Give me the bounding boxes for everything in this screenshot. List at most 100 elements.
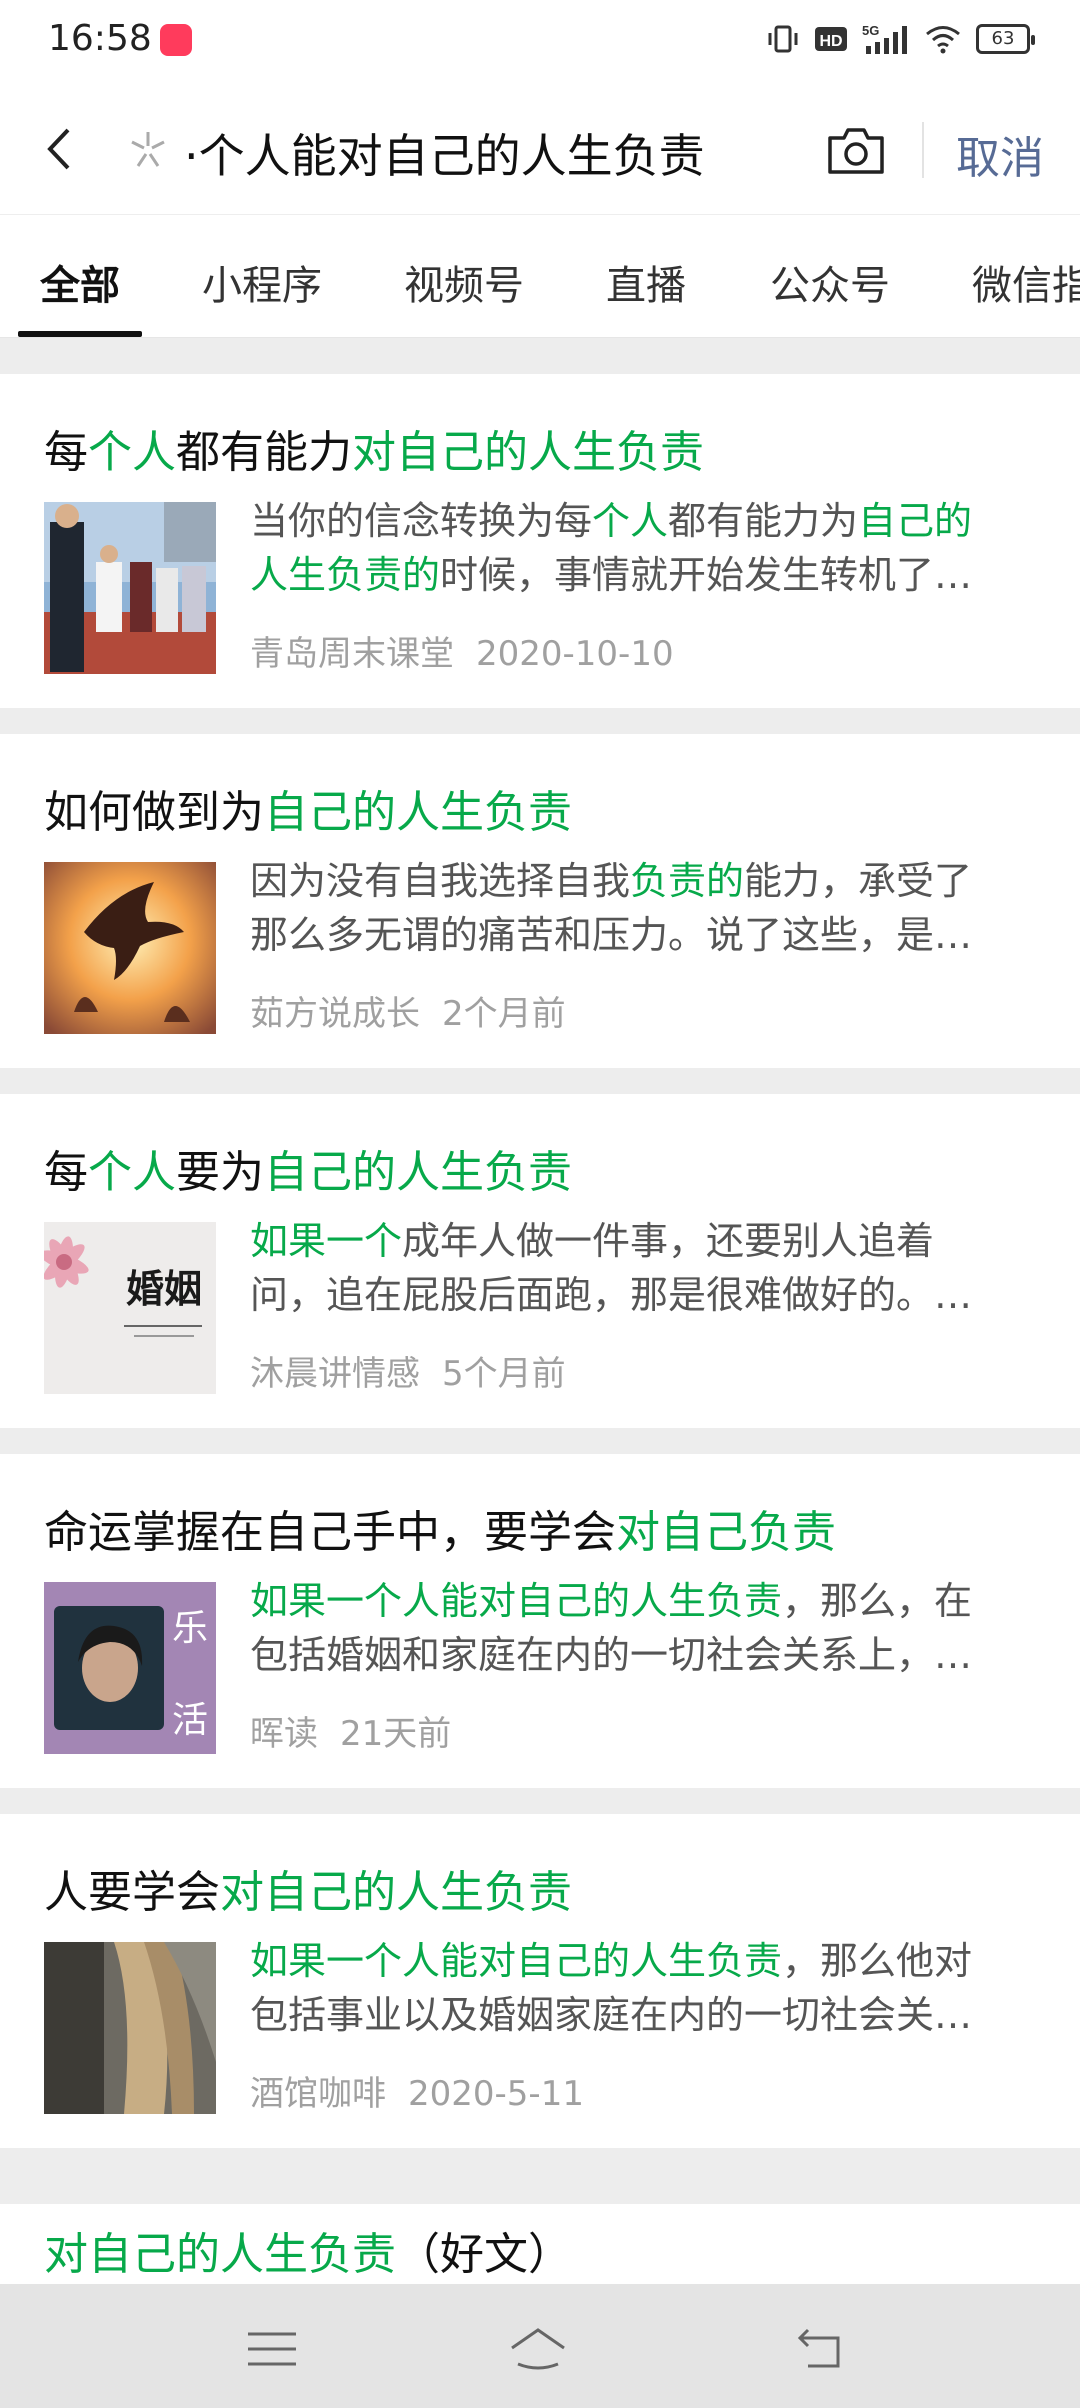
plain-text: ，那么他对 xyxy=(782,1939,973,1983)
group-photo-image xyxy=(44,502,216,674)
plain-text: 每 xyxy=(44,427,88,478)
result-title: 如何做到为自己的人生负责 xyxy=(44,776,572,840)
highlight-text: 个人 xyxy=(88,427,176,478)
plain-text: 因为没有自我选择自我 xyxy=(250,859,631,903)
result-date: 21天前 xyxy=(340,1714,452,1754)
tab-live[interactable]: 直播 xyxy=(606,253,686,311)
mini-program-icon xyxy=(131,132,165,167)
signal-5g-icon: 5G xyxy=(862,23,907,54)
highlight-text: 对自己的人生负责 xyxy=(220,1867,572,1918)
result-thumbnail: 乐 活 xyxy=(44,1582,216,1754)
status-bar: 16:58 HD 5G 63 xyxy=(0,0,1080,84)
highlight-text: 自己的 xyxy=(858,499,973,543)
camera-icon[interactable] xyxy=(826,124,886,176)
home-icon[interactable] xyxy=(506,2324,570,2374)
plain-text: 时候，事情就开始发生转机了… xyxy=(440,553,973,597)
tab-mini-programs[interactable]: 小程序 xyxy=(202,253,322,311)
back-nav-icon[interactable] xyxy=(790,2324,854,2374)
plain-text: ，那么，在 xyxy=(782,1579,973,1623)
result-meta: 晖读 21天前 xyxy=(250,1706,451,1755)
highlight-text: 如果一个人能对自己的人生负责 xyxy=(250,1939,783,1983)
thumb-text-bottom: 活 xyxy=(172,1700,208,1741)
plain-text: 包括事业以及婚姻家庭在内的一切社会关… xyxy=(250,1993,973,2037)
result-card-partial[interactable]: 对自己的人生负责（好文） xyxy=(0,2204,1080,2284)
plain-text: 要为 xyxy=(176,1147,264,1198)
result-snippet: 如果一个成年人做一件事，还要别人追着 问，追在屁股后面跑，那是很难做好的。… xyxy=(250,1214,1024,1322)
portrait-purple-image: 乐 活 xyxy=(44,1582,216,1754)
plain-text: 包括婚姻和家庭在内的一切社会关系上，… xyxy=(250,1633,973,1677)
result-thumbnail: 婚姻 xyxy=(44,1222,216,1394)
result-snippet: 如果一个人能对自己的人生负责，那么他对 包括事业以及婚姻家庭在内的一切社会关… xyxy=(250,1934,1024,2042)
highlight-text: 对自己负责 xyxy=(616,1507,836,1558)
result-meta: 茹方说成长 2个月前 xyxy=(250,986,566,1035)
search-bar: ·个人能对自己的人生负责 取消 xyxy=(0,84,1080,214)
plain-text: 能力，承受了 xyxy=(744,859,973,903)
result-meta: 沐晨讲情感 5个月前 xyxy=(250,1346,566,1395)
plain-text: 都有能力为 xyxy=(668,499,859,543)
vibrate-icon xyxy=(768,25,798,53)
highlight-text: 对自己的人生负责 xyxy=(352,427,704,478)
highlight-text: 自己的人生负责 xyxy=(264,787,572,838)
plain-text: 成年人做一件事，还要别人追着 xyxy=(402,1219,935,1263)
result-card[interactable]: 如何做到为自己的人生负责 因为没有自我选择自我负责的能力，承受了 那么多无谓的痛… xyxy=(0,734,1080,1068)
highlight-text: 如果一个 xyxy=(250,1219,403,1263)
thumb-title-text: 婚姻 xyxy=(126,1267,202,1311)
menu-icon[interactable] xyxy=(240,2324,304,2374)
cancel-button[interactable]: 取消 xyxy=(956,122,1044,186)
plain-text: 人要学会 xyxy=(44,1867,220,1918)
plain-text: 问，追在屁股后面跑，那是很难做好的。… xyxy=(250,1273,973,1317)
result-source: 晖读 xyxy=(250,1714,318,1754)
wifi-icon xyxy=(926,26,960,54)
result-meta: 青岛周末课堂 2020-10-10 xyxy=(250,626,674,675)
tab-wechat-index[interactable]: 微信指 xyxy=(972,253,1080,311)
result-card[interactable]: 命运掌握在自己手中，要学会对自己负责 乐 活 如果一个人能对自己的人生负责，那么… xyxy=(0,1454,1080,1788)
search-divider xyxy=(922,122,924,178)
result-card[interactable]: 人要学会对自己的人生负责 如果一个人能对自己的人生负责，那么他对 包括事业以及婚… xyxy=(0,1814,1080,2148)
result-source: 沐晨讲情感 xyxy=(250,1354,420,1394)
battery-icon: 63 xyxy=(976,24,1035,54)
status-icons: HD 5G 63 xyxy=(766,22,1035,56)
highlight-text: 人生负责的 xyxy=(250,553,441,597)
plain-text: 如何做到为 xyxy=(44,787,264,838)
result-card[interactable]: 每个人都有能力对自己的人生负责 当你的信念转换为每个人都有能力为自己的 人生负责… xyxy=(0,374,1080,708)
highlight-text: 自己的人生负责 xyxy=(264,1147,572,1198)
tab-official-accounts[interactable]: 公众号 xyxy=(770,253,890,311)
plain-text: 当你的信念转换为每 xyxy=(250,499,593,543)
search-input[interactable]: ·个人能对自己的人生负责 xyxy=(184,120,705,186)
highlight-text: 对自己的人生负责 xyxy=(44,2229,396,2280)
plain-text: 那么多无谓的痛苦和压力。说了这些，是… xyxy=(250,913,973,957)
tab-channels[interactable]: 视频号 xyxy=(404,253,524,311)
result-snippet: 因为没有自我选择自我负责的能力，承受了 那么多无谓的痛苦和压力。说了这些，是… xyxy=(250,854,1024,962)
status-time: 16:58 xyxy=(48,18,152,59)
plain-text: 每 xyxy=(44,1147,88,1198)
result-title: 命运掌握在自己手中，要学会对自己负责 xyxy=(44,1496,836,1560)
result-thumbnail xyxy=(44,1942,216,2114)
result-title: 人要学会对自己的人生负责 xyxy=(44,1856,572,1920)
result-snippet: 当你的信念转换为每个人都有能力为自己的 人生负责的时候，事情就开始发生转机了… xyxy=(250,494,1024,602)
highlight-text: 负责的 xyxy=(630,859,745,903)
app-notification-icon xyxy=(160,24,192,56)
result-date: 2020-10-10 xyxy=(476,634,674,674)
result-source: 茹方说成长 xyxy=(250,994,420,1034)
back-arrow-icon[interactable] xyxy=(36,124,86,174)
result-date: 2个月前 xyxy=(442,994,566,1034)
result-date: 2020-5-11 xyxy=(408,2074,584,2114)
plain-text: 命运掌握在自己手中，要学会 xyxy=(44,1507,616,1558)
result-thumbnail xyxy=(44,862,216,1034)
result-card[interactable]: 每个人要为自己的人生负责 婚姻 如果一个成年人做一件事，还要别人追着 问，追在屁… xyxy=(0,1094,1080,1428)
hair-closeup-image xyxy=(44,1942,216,2114)
result-date: 5个月前 xyxy=(442,1354,566,1394)
result-title: 每个人要为自己的人生负责 xyxy=(44,1136,572,1200)
result-title: 对自己的人生负责（好文） xyxy=(44,2218,572,2282)
filter-tabs: 全部 小程序 视频号 直播 公众号 微信指 xyxy=(0,214,1080,338)
result-title: 每个人都有能力对自己的人生负责 xyxy=(44,416,704,480)
highlight-text: 个人 xyxy=(88,1147,176,1198)
svg-text:HD: HD xyxy=(819,33,842,50)
result-snippet: 如果一个人能对自己的人生负责，那么，在 包括婚姻和家庭在内的一切社会关系上，… xyxy=(250,1574,1024,1682)
system-nav-bar xyxy=(0,2284,1080,2408)
bird-sunset-image xyxy=(44,862,216,1034)
svg-text:5G: 5G xyxy=(862,23,879,38)
tab-all[interactable]: 全部 xyxy=(40,253,120,311)
highlight-text: 个人 xyxy=(592,499,669,543)
plain-text: （好文） xyxy=(396,2229,572,2280)
